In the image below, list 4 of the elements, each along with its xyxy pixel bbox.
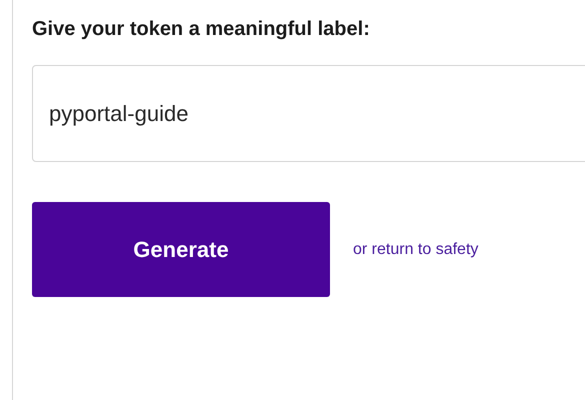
field-label: Give your token a meaningful label: — [32, 17, 371, 42]
return-link[interactable]: or return to safety — [353, 238, 478, 262]
generate-button[interactable]: Generate — [32, 202, 330, 297]
input-field[interactable]: pyportal-guide — [32, 65, 585, 162]
